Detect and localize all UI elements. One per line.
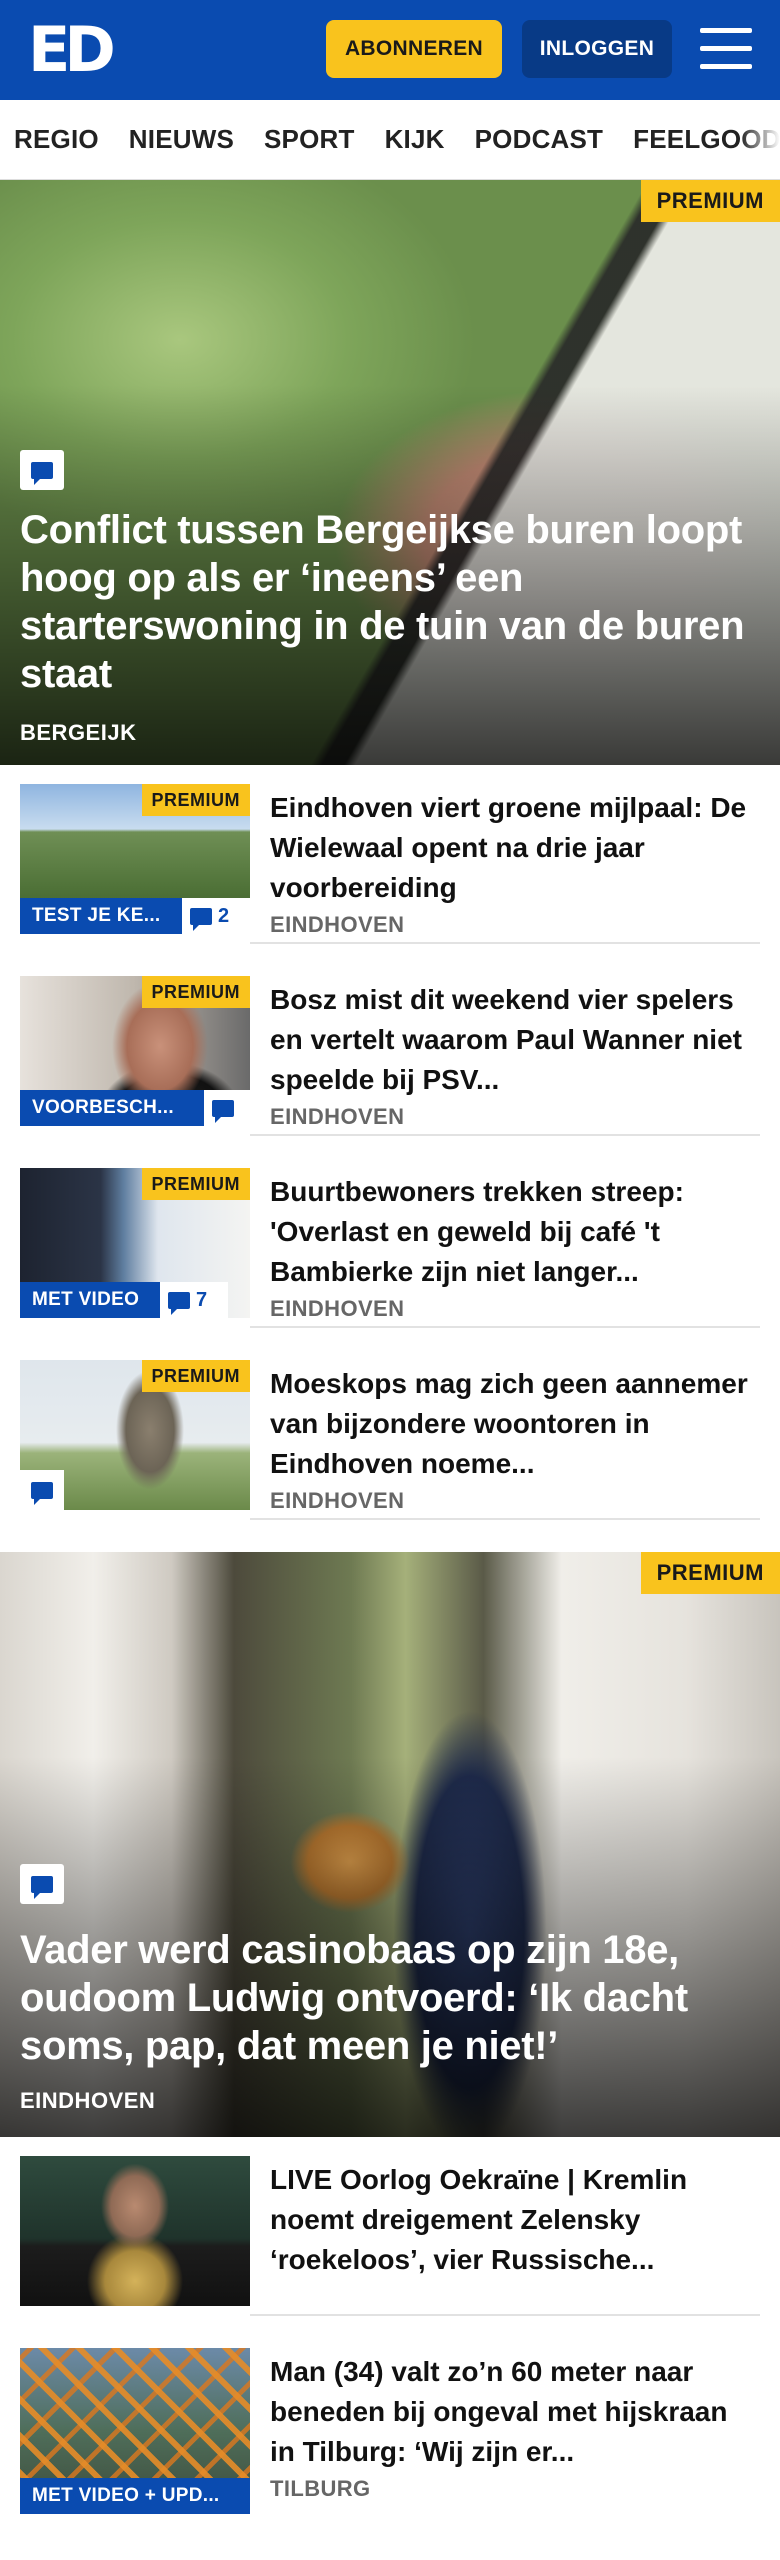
article-location: EINDHOVEN [270,1488,405,1513]
article-title[interactable]: Man (34) valt zo’n 60 meter naar beneden… [270,2352,760,2472]
article-title[interactable]: Bosz mist dit weekend vier spelers en ve… [270,980,760,1100]
comment-count [204,1090,250,1126]
nav-item-regio[interactable]: REGIO [14,124,99,155]
article-thumbnail: PREMIUM MET VIDEO 7 [20,1168,250,1318]
site-header: ED ABONNEREN INLOGGEN [0,0,780,100]
nav-item-nieuws[interactable]: NIEUWS [129,124,234,155]
premium-badge: PREMIUM [141,1168,250,1200]
hero-location: BERGEIJK [20,720,137,745]
article-location: TILBURG [270,2476,371,2501]
hamburger-menu-icon[interactable] [700,26,752,72]
premium-badge: PREMIUM [640,1552,780,1594]
article-thumbnail: PREMIUM [20,1360,250,1510]
article-title[interactable]: LIVE Oorlog Oekraïne | Kremlin noemt dre… [270,2160,760,2280]
comment-count: 7 [160,1282,228,1318]
premium-badge: PREMIUM [141,784,250,816]
list-item[interactable]: PREMIUM Moeskops mag zich geen aannemer … [0,1344,780,1520]
divider [250,1518,760,1520]
nav-item-kijk[interactable]: KIJK [385,124,445,155]
list-item[interactable]: MET VIDEO + UPD... Man (34) valt zo’n 60… [0,2332,780,2524]
article-title[interactable]: Eindhoven viert groene mijlpaal: De Wiel… [270,788,760,908]
article-thumbnail: PREMIUM TEST JE KE... 2 [20,784,250,934]
comment-icon [212,1099,234,1123]
hero-location: EINDHOVEN [20,2088,156,2113]
nav-item-podcast[interactable]: PODCAST [475,124,604,155]
premium-badge: PREMIUM [640,180,780,222]
section-nav: REGIO NIEUWS SPORT KIJK PODCAST FEELGOOD [0,100,780,180]
divider [250,2314,760,2316]
subscribe-button[interactable]: ABONNEREN [326,20,502,78]
thumb-label: MET VIDEO [20,1282,160,1318]
comment-icon [20,450,64,490]
divider [250,1326,760,1328]
comment-icon [20,1864,64,1904]
comment-icon [20,1470,64,1510]
nav-scroll-fade [740,100,780,179]
article-location: EINDHOVEN [270,1296,405,1321]
comment-icon [168,1291,190,1315]
divider [250,1134,760,1136]
hero-article-1[interactable]: PREMIUM Conflict tussen Bergeijkse buren… [0,180,780,765]
site-logo[interactable]: ED [28,19,118,81]
article-title[interactable]: Buurtbewoners trekken streep: 'Overlast … [270,1172,760,1292]
comment-count: 2 [182,898,250,934]
premium-badge: PREMIUM [141,1360,250,1392]
divider [250,942,760,944]
article-thumbnail: MET VIDEO + UPD... [20,2348,250,2514]
thumb-label: TEST JE KE... [20,898,182,934]
list-item[interactable]: PREMIUM VOORBESCH... Bosz mist dit weeke… [0,960,780,1136]
list-item[interactable]: PREMIUM TEST JE KE... 2 Eindhoven viert … [0,768,780,944]
thumb-label: VOORBESCH... [20,1090,204,1126]
article-thumbnail: PREMIUM VOORBESCH... [20,976,250,1126]
hero-article-2[interactable]: PREMIUM Vader werd casinobaas op zijn 18… [0,1552,780,2137]
hero-title[interactable]: Conflict tussen Bergeijkse buren loopt h… [20,506,760,698]
nav-item-sport[interactable]: SPORT [264,124,355,155]
hero-title[interactable]: Vader werd casinobaas op zijn 18e, oudoo… [20,1926,760,2070]
article-thumbnail [20,2156,250,2306]
article-title[interactable]: Moeskops mag zich geen aannemer van bijz… [270,1364,760,1484]
thumb-label: MET VIDEO + UPD... [20,2478,250,2514]
list-item[interactable]: PREMIUM MET VIDEO 7 Buurtbewoners trekke… [0,1152,780,1328]
login-button[interactable]: INLOGGEN [522,20,672,78]
article-location: EINDHOVEN [270,912,405,937]
list-item[interactable]: LIVE Oorlog Oekraïne | Kremlin noemt dre… [0,2140,780,2316]
comment-icon [190,907,212,931]
article-location: EINDHOVEN [270,1104,405,1129]
premium-badge: PREMIUM [141,976,250,1008]
